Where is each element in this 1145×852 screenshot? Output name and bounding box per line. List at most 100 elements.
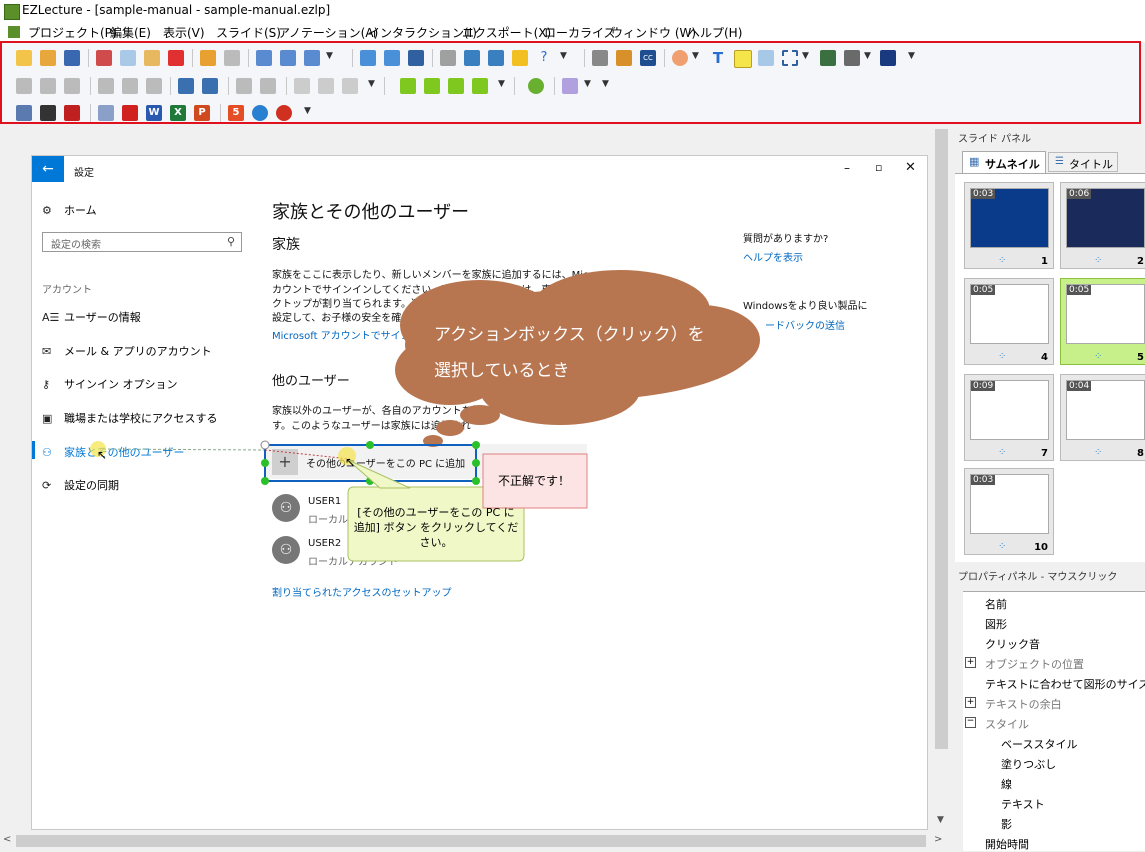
align-middle-icon[interactable] xyxy=(122,78,138,94)
slide-thumbnail[interactable]: 0:09 ⁘ 7 xyxy=(964,374,1054,461)
align-left-icon[interactable] xyxy=(16,78,32,94)
help-dropdown-icon[interactable]: ▼ xyxy=(560,51,567,61)
audio-dropdown-icon[interactable]: ▼ xyxy=(864,51,871,61)
menu-slide[interactable]: スライド(S) xyxy=(216,24,281,41)
prop-line[interactable]: 線 xyxy=(1001,776,1012,792)
prop-name[interactable]: 名前 xyxy=(985,596,1007,612)
format-dropdown-icon[interactable]: ▼ xyxy=(584,79,591,89)
image-icon[interactable] xyxy=(488,50,504,66)
excel-icon[interactable]: X xyxy=(170,105,186,121)
distribute-horizontal-icon[interactable] xyxy=(236,78,252,94)
back-arrow-icon[interactable]: ← xyxy=(32,156,64,182)
powerpoint-icon[interactable]: P xyxy=(194,105,210,121)
new-project-icon[interactable] xyxy=(16,50,32,66)
toolbar-overflow-3-icon[interactable]: ▼ xyxy=(304,106,311,116)
scroll-left-icon[interactable]: < xyxy=(3,834,11,845)
sidebar-item-user-info[interactable]: A☰ ユーザーの情報 xyxy=(42,309,141,325)
sidebar-item-family[interactable]: ⚇ 家族とその他のユーザー xyxy=(42,444,184,460)
slide-thumbnail[interactable]: 0:03 ⁘ 10 xyxy=(964,468,1054,555)
collapse-icon[interactable]: − xyxy=(965,717,976,728)
prop-shape[interactable]: 図形 xyxy=(985,616,1007,632)
capture-slide-icon[interactable] xyxy=(408,50,424,66)
slide-thumbnail[interactable]: 0:03 ⁘ 1 xyxy=(964,182,1054,269)
send-backward-icon[interactable] xyxy=(448,78,464,94)
prop-click-sound[interactable]: クリック音 xyxy=(985,636,1040,652)
sidebar-item-sync[interactable]: ⟳ 設定の同期 xyxy=(42,477,119,493)
sidebar-item-email[interactable]: ✉ メール & アプリのアカウント xyxy=(42,343,212,359)
pdf-icon[interactable] xyxy=(122,105,138,121)
highlight-box-icon[interactable] xyxy=(734,50,752,68)
slide-export-icon[interactable] xyxy=(64,105,80,121)
sidebar-item-signin[interactable]: ⚷ サインイン オプション xyxy=(42,376,178,392)
delete-icon[interactable] xyxy=(168,50,184,66)
prop-text[interactable]: テキスト xyxy=(1001,796,1045,812)
cut-icon[interactable] xyxy=(96,50,112,66)
menu-window[interactable]: ウィンドウ (W) xyxy=(611,24,696,41)
document-export-icon[interactable] xyxy=(98,105,114,121)
send-back-icon[interactable] xyxy=(472,78,488,94)
menu-help[interactable]: ヘルプ(H) xyxy=(688,24,742,41)
zoom-out-icon[interactable] xyxy=(304,50,320,66)
video-icon[interactable] xyxy=(820,50,836,66)
html5-icon[interactable]: 5 xyxy=(228,105,244,121)
menu-localize[interactable]: ローカライズ xyxy=(544,24,616,41)
menu-view[interactable]: 表示(V) xyxy=(163,24,205,41)
order-dropdown-icon[interactable]: ▼ xyxy=(498,79,505,89)
select-area-icon[interactable] xyxy=(782,50,798,66)
text-tool-icon[interactable]: T xyxy=(710,50,726,66)
menu-export[interactable]: エクスポート(X) xyxy=(462,24,551,41)
horizontal-scrollbar[interactable]: < > xyxy=(0,832,950,850)
insert-slide-icon[interactable] xyxy=(360,50,376,66)
slide-thumbnail[interactable]: 0:06 ⁘ 2 xyxy=(1060,182,1145,269)
menu-annotation[interactable]: アノテーション(A) xyxy=(278,24,378,41)
bring-front-icon[interactable] xyxy=(400,78,416,94)
settings-search-input[interactable]: 設定の検索 ⚲ xyxy=(42,232,242,252)
grid-dropdown-icon[interactable]: ▼ xyxy=(368,79,375,89)
spacing-icon[interactable] xyxy=(318,78,334,94)
align-right-icon[interactable] xyxy=(64,78,80,94)
mouse-cursor-icon[interactable] xyxy=(440,50,456,66)
prop-text-margin[interactable]: テキストの余白 xyxy=(985,696,1062,712)
slide-thumbnail[interactable]: 0:05 ⁘ 4 xyxy=(964,278,1054,365)
sidebar-item-work[interactable]: ▣ 職場または学校にアクセスする xyxy=(42,410,217,426)
help-link[interactable]: ヘルプを表示 xyxy=(743,249,803,264)
movie-export-icon[interactable] xyxy=(40,105,56,121)
format-painter-icon[interactable] xyxy=(562,78,578,94)
toolbar-overflow-icon[interactable]: ▼ xyxy=(908,51,915,61)
expand-icon[interactable]: + xyxy=(965,657,976,668)
same-width-icon[interactable] xyxy=(202,78,218,94)
undo-icon[interactable] xyxy=(200,50,216,66)
same-size-icon[interactable] xyxy=(178,78,194,94)
prop-shadow[interactable]: 影 xyxy=(1001,816,1012,832)
menu-edit[interactable]: 編集(E) xyxy=(110,24,151,41)
close-icon[interactable]: ✕ xyxy=(905,160,916,175)
paste-icon[interactable] xyxy=(144,50,160,66)
bring-forward-icon[interactable] xyxy=(424,78,440,94)
redo-icon[interactable] xyxy=(224,50,240,66)
screen-box-icon[interactable] xyxy=(758,50,774,66)
ms-signin-link[interactable]: Microsoft アカウントでサインイ xyxy=(272,327,421,342)
align-bottom-icon[interactable] xyxy=(146,78,162,94)
user2-name[interactable]: USER2 xyxy=(308,538,341,549)
copy-icon[interactable] xyxy=(120,50,136,66)
user1-name[interactable]: USER1 xyxy=(308,496,341,507)
feedback-link[interactable]: ードバックの送信 xyxy=(765,317,845,332)
settings-gear-icon[interactable] xyxy=(592,50,608,66)
slide-thumbnail[interactable]: 0:04 ⁘ 8 xyxy=(1060,374,1145,461)
align-top-icon[interactable] xyxy=(98,78,114,94)
expand-icon[interactable]: + xyxy=(965,697,976,708)
word-icon[interactable]: W xyxy=(146,105,162,121)
zoom-in-icon[interactable] xyxy=(256,50,272,66)
horizontal-scroll-thumb[interactable] xyxy=(16,835,926,847)
browser-icon[interactable] xyxy=(252,105,268,121)
maximize-icon[interactable]: ▫ xyxy=(875,161,882,174)
menu-interaction[interactable]: インタラクション(I) xyxy=(368,24,477,41)
prop-object-position[interactable]: オブジェクトの位置 xyxy=(985,656,1084,672)
flash-icon[interactable] xyxy=(276,105,292,121)
tooltip-icon[interactable] xyxy=(512,50,528,66)
assigned-access-link[interactable]: 割り当てられたアクセスのセットアップ xyxy=(272,584,452,599)
fit-zoom-icon[interactable] xyxy=(280,50,296,66)
prop-style[interactable]: スタイル xyxy=(985,716,1029,732)
prop-autosize[interactable]: テキストに合わせて図形のサイズを調 xyxy=(985,676,1145,692)
bubble-dropdown-icon[interactable]: ▼ xyxy=(692,51,699,61)
